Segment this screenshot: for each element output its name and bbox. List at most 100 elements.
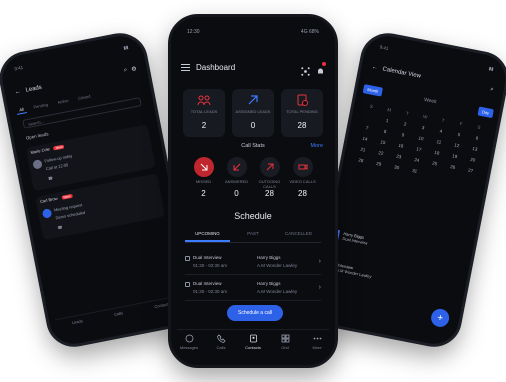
nav-more[interactable]: More (305, 334, 329, 355)
calendar-day[interactable]: 19 (445, 152, 464, 160)
calendar-day[interactable]: 9 (394, 131, 413, 139)
calendar-day[interactable]: 15 (374, 138, 393, 146)
calendar-grid: S M T W T F S 1 2 3 4 5 6 7 8 9 10 11 12 13 14 15 16 17 18 19 20 21… (351, 102, 488, 185)
call-stat-label: VIDEO CALLS (289, 179, 316, 184)
lead-badge: New (53, 144, 65, 151)
battery-icon: ▮▮ (122, 44, 129, 51)
tab-closed[interactable]: Closed (75, 92, 95, 103)
schedule-name: Dual Interview (193, 281, 222, 286)
calendar-day[interactable]: 29 (369, 160, 388, 168)
status-bar: 12:30 4G 68% (187, 27, 319, 37)
calendar-day[interactable]: 3 (414, 123, 433, 131)
calendar-day[interactable]: 18 (427, 149, 446, 157)
nav-contacts[interactable]: Contacts (241, 334, 265, 355)
calendar-day[interactable]: 12 (447, 141, 466, 149)
calendar-day[interactable]: 13 (465, 145, 484, 153)
calendar-day[interactable]: 6 (468, 134, 487, 142)
calendar-day[interactable]: 4 (432, 127, 451, 135)
contacts-icon (249, 334, 257, 343)
calendar-icon (185, 282, 190, 287)
calendar-day[interactable]: 25 (425, 159, 444, 167)
stat-card[interactable]: TOTAL PENDING 28 (281, 89, 323, 137)
calendar-day[interactable] (441, 174, 460, 182)
calendar-day[interactable]: 27 (461, 166, 480, 174)
calendar-day[interactable]: 21 (354, 145, 373, 153)
tab-active[interactable]: Active (54, 96, 72, 107)
calendar-day[interactable]: 5 (450, 130, 469, 138)
right-phone: 9:41 ▮▮ ← Calendar View ⌕ Month Week Day… (308, 28, 506, 352)
call-stat[interactable]: VIDEO CALLS 28 (286, 157, 319, 198)
schedule-item[interactable]: Dual Interview 01:30 - 02:30 am Harry Bi… (185, 253, 321, 275)
calendar-day[interactable]: 17 (409, 145, 428, 153)
assigned-icon (248, 95, 258, 105)
calendar-day[interactable]: 16 (392, 142, 411, 150)
call-stats-more-link[interactable]: More (310, 143, 323, 149)
calendar-day[interactable]: 14 (356, 135, 375, 143)
nav-grid[interactable]: Grid (273, 334, 297, 355)
calendar-day[interactable]: 30 (387, 163, 406, 171)
search-icon[interactable]: ⌕ (123, 67, 128, 75)
stat-card[interactable]: ASSIGNED LEADS 0 (232, 89, 274, 137)
nav-calls[interactable]: Calls (209, 334, 233, 355)
call-stat-value: 0 (234, 189, 239, 198)
calendar-day[interactable] (459, 177, 478, 185)
lead-detail: Call at 12:00 (45, 162, 69, 172)
month-button[interactable]: Month (362, 83, 384, 97)
nav-leads[interactable]: Leads (71, 318, 84, 334)
tab-all[interactable]: All (15, 104, 28, 115)
answered-call-icon (226, 157, 247, 177)
calendar-icon (185, 256, 190, 261)
calendar-day[interactable]: 28 (351, 156, 370, 164)
schedule-call-button[interactable]: Schedule a call (227, 305, 283, 321)
calendar-day[interactable] (360, 113, 379, 121)
calendar-day[interactable]: 26 (443, 163, 462, 171)
day-button[interactable]: Day (477, 105, 495, 118)
phone-icon[interactable]: ☎ (57, 224, 63, 230)
call-stat-value: 28 (298, 189, 307, 198)
calendar-day[interactable]: 20 (463, 156, 482, 164)
nav-messages[interactable]: Messages (177, 334, 201, 355)
calendar-day[interactable]: 2 (396, 120, 415, 128)
schedule-item[interactable]: Dual Interview 01:30 - 02:30 am Harry Bi… (185, 279, 321, 301)
phone-icon (216, 334, 226, 343)
back-icon[interactable]: ← (14, 88, 21, 95)
outgoing-call-icon (259, 157, 280, 177)
tab-cancelled[interactable]: CANCELLED (276, 229, 321, 242)
lead-name: Marie Cole (30, 146, 51, 155)
schedule-place: A.M Wonder Lawley (257, 263, 298, 268)
call-stat[interactable]: OUTGOING CALLS 28 (253, 157, 286, 198)
calendar-day[interactable]: 7 (358, 124, 377, 132)
avatar (32, 159, 43, 170)
tab-upcoming[interactable]: UPCOMING (185, 229, 230, 242)
phone-icon[interactable]: ☎ (47, 175, 53, 181)
call-stat[interactable]: ANSWERED 0 (220, 157, 253, 198)
status-bar: 9:41 ▮▮ (14, 44, 129, 72)
battery-icon: ▮▮ (488, 65, 495, 72)
menu-icon[interactable] (181, 63, 190, 71)
tab-pending[interactable]: Pending (30, 100, 52, 112)
avatar (41, 208, 53, 219)
add-event-button[interactable]: + (429, 307, 451, 329)
calendar-day[interactable]: 10 (412, 134, 431, 142)
calendar-day[interactable]: 1 (378, 116, 397, 124)
calendar-day[interactable]: 8 (376, 127, 395, 135)
schedule-title: Schedule (234, 211, 272, 221)
network-icon[interactable] (301, 63, 310, 76)
stat-card[interactable]: TOTAL LEADS 2 (183, 89, 225, 137)
calendar-day[interactable]: 24 (407, 156, 426, 164)
call-stat[interactable]: MISSED 2 (187, 157, 220, 198)
calendar-day[interactable]: 31 (405, 167, 424, 175)
nav-calls[interactable]: Calls (114, 310, 125, 325)
calendar-day[interactable]: 11 (430, 138, 449, 146)
calendar-day[interactable]: 22 (371, 149, 390, 157)
calendar-day[interactable]: 23 (389, 152, 408, 160)
search-icon[interactable]: ⌕ (490, 86, 494, 94)
call-stats-header: Call Stats More (183, 143, 323, 153)
nav-label: Messages (179, 345, 199, 350)
weekday-label: T (405, 110, 410, 117)
notification-icon[interactable] (316, 61, 326, 73)
filter-icon[interactable]: ⚙ (131, 65, 137, 73)
back-icon[interactable]: ← (371, 64, 378, 71)
calendar-day[interactable] (423, 170, 442, 178)
tab-past[interactable]: PAST (231, 229, 276, 242)
